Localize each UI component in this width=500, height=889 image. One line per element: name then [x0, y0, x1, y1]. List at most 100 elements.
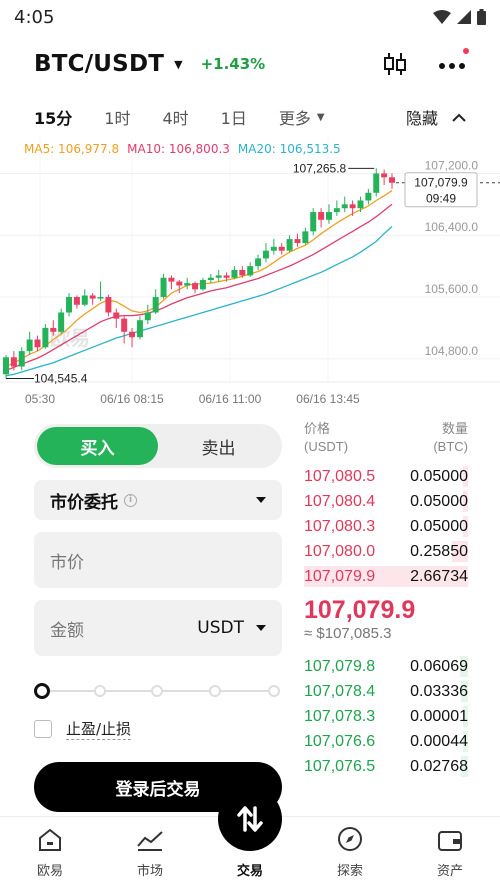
- bid-row[interactable]: 107,078.4 0.03336: [304, 679, 468, 704]
- ma10-value: MA10: 106,800.3: [127, 142, 230, 156]
- nav-explore-label: 探索: [336, 864, 363, 879]
- pair-header: BTC/USDT ▼ +1.43%: [0, 44, 500, 84]
- nav-assets-label: 资产: [436, 864, 463, 879]
- candle-body: [349, 204, 356, 209]
- slider-step-100[interactable]: [268, 685, 280, 697]
- nav-market-label: 市场: [136, 864, 163, 879]
- candlestick-icon[interactable]: [382, 51, 408, 77]
- sell-tab[interactable]: 卖出: [158, 427, 279, 465]
- candle-body: [333, 208, 340, 213]
- amount-placeholder: 金额: [50, 620, 84, 641]
- nav-home[interactable]: 欧易: [0, 817, 100, 889]
- bid-list: 107,079.8 0.06069 107,078.4 0.03336 107,078.…: [304, 654, 468, 779]
- bid-row[interactable]: 107,078.3 0.00001: [304, 704, 468, 729]
- candle-body: [373, 173, 380, 193]
- qty-header: 数量: [441, 421, 468, 436]
- ma5-value: MA5: 106,977.8: [24, 142, 120, 156]
- tab-1d[interactable]: 1日: [221, 105, 247, 129]
- candle-body: [42, 327, 49, 348]
- price-placeholder: 市价: [50, 552, 84, 573]
- order-type-select[interactable]: 市价委托 i: [34, 480, 282, 520]
- slider-step-50[interactable]: [151, 685, 163, 697]
- amount-field[interactable]: 金额 USDT: [34, 600, 282, 656]
- price-chart[interactable]: 107,200.0106,400.0105,600.0104,800.0欧易10…: [0, 138, 500, 412]
- ask-row[interactable]: 107,080.4 0.05000: [304, 489, 468, 514]
- candle-body: [73, 297, 80, 305]
- bid-price: 107,079.8: [304, 657, 376, 675]
- candle-body: [10, 357, 17, 367]
- trade-fab-button[interactable]: [218, 787, 282, 851]
- bid-row[interactable]: 107,076.5 0.02768: [304, 754, 468, 779]
- bid-price: 107,078.4: [304, 682, 376, 700]
- ask-qty: 0.05000: [410, 492, 468, 510]
- candle-body: [302, 231, 309, 243]
- info-icon[interactable]: i: [124, 493, 137, 507]
- ask-row[interactable]: 107,080.0 0.25850: [304, 539, 468, 564]
- tab-15m[interactable]: 15分: [34, 105, 72, 129]
- candle-body: [121, 318, 128, 332]
- wallet-icon: [438, 831, 462, 851]
- bid-qty: 0.00001: [410, 707, 468, 725]
- price-unit: (USDT): [304, 439, 349, 454]
- slider-step-75[interactable]: [209, 685, 221, 697]
- price-field[interactable]: 市价: [34, 532, 282, 588]
- currency-select[interactable]: USDT: [197, 618, 266, 638]
- currency-label: USDT: [197, 618, 244, 638]
- x-tick-label: 06/16 11:00: [199, 392, 262, 406]
- chevron-up-icon: [452, 113, 466, 122]
- tab-1h[interactable]: 1时: [104, 105, 130, 129]
- ask-row[interactable]: 107,080.3 0.05000: [304, 514, 468, 539]
- candle-body: [160, 277, 167, 298]
- nav-market[interactable]: 市场: [100, 817, 200, 889]
- ask-price: 107,080.5: [304, 467, 376, 485]
- hide-label: 隐藏: [405, 109, 438, 128]
- buy-tab[interactable]: 买入: [37, 427, 158, 465]
- chevron-down-icon[interactable]: ▼: [174, 58, 182, 71]
- high-price-label: 107,265.8: [293, 161, 347, 175]
- bid-qty: 0.00044: [410, 732, 468, 750]
- candle-body: [3, 357, 9, 375]
- tpsl-option[interactable]: 止盈/止损: [34, 718, 282, 740]
- amount-slider[interactable]: [34, 683, 282, 699]
- nav-trade-label: 交易: [236, 864, 263, 879]
- tab-4h[interactable]: 4时: [162, 105, 188, 129]
- more-options-button[interactable]: [438, 47, 469, 74]
- nav-explore[interactable]: 探索: [300, 817, 400, 889]
- ask-row[interactable]: 107,079.9 2.66734: [304, 564, 468, 589]
- tpsl-checkbox[interactable]: [34, 720, 52, 738]
- swap-arrows-icon: [237, 806, 263, 832]
- compass-icon: [338, 827, 362, 851]
- candle-body: [325, 212, 332, 220]
- nav-assets[interactable]: 资产: [400, 817, 500, 889]
- bid-row[interactable]: 107,079.8 0.06069: [304, 654, 468, 679]
- candle-body: [81, 295, 88, 305]
- candle-body: [247, 266, 254, 276]
- bid-price: 107,076.6: [304, 732, 376, 750]
- pair-selector[interactable]: BTC/USDT: [34, 51, 164, 77]
- candle-body: [136, 320, 143, 338]
- caret-down-icon: [256, 497, 266, 503]
- ask-row[interactable]: 107,080.5 0.05000: [304, 464, 468, 489]
- low-price-label: 104,545.4: [34, 371, 88, 385]
- caret-down-icon: [256, 625, 266, 631]
- candle-body: [18, 351, 25, 367]
- status-icons: [433, 9, 486, 25]
- candle-body: [357, 200, 364, 209]
- tab-more[interactable]: 更多 ▼: [279, 105, 325, 129]
- candle-body: [184, 283, 191, 286]
- candle-body: [231, 270, 238, 278]
- price-change: +1.43%: [200, 55, 266, 73]
- signal-icon: [457, 10, 471, 24]
- slider-step-25[interactable]: [94, 685, 106, 697]
- ma-legend: MA5: 106,977.8 MA10: 106,800.3 MA20: 106…: [24, 142, 341, 156]
- candle-body: [262, 250, 269, 259]
- candle-body: [239, 270, 246, 276]
- x-tick-label: 06/16 08:15: [100, 392, 164, 406]
- caret-down-icon: ▼: [316, 111, 325, 123]
- slider-handle[interactable]: [34, 683, 50, 699]
- bid-row[interactable]: 107,076.6 0.00044: [304, 729, 468, 754]
- candle-body: [192, 283, 199, 290]
- timeframe-tabs: 15分 1时 4时 1日 更多 ▼ 隐藏: [0, 102, 500, 132]
- hide-chart-button[interactable]: 隐藏: [406, 105, 466, 129]
- candle-body: [278, 246, 285, 251]
